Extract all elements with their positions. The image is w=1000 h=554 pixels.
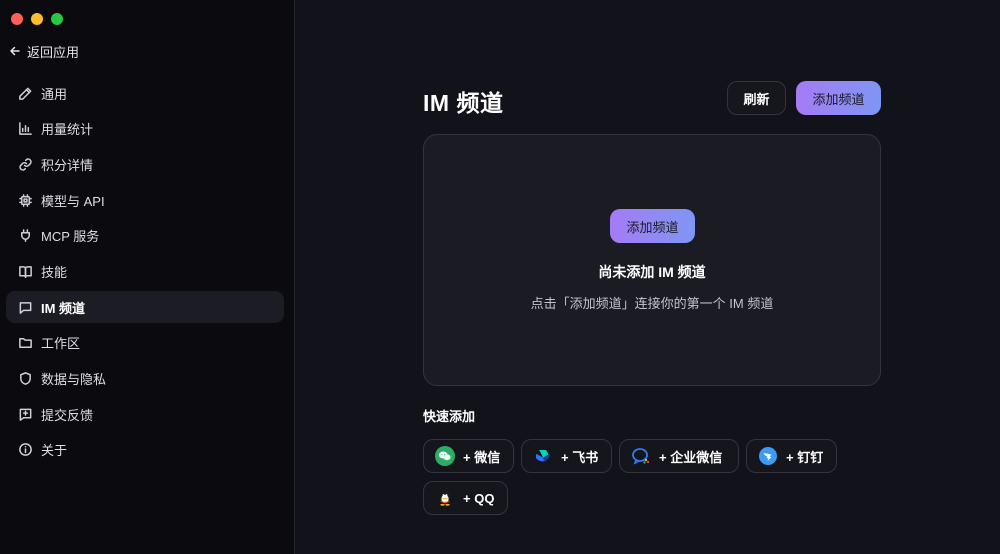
sidebar-item-label: 通用 (41, 86, 68, 102)
sidebar-item-credits[interactable]: 积分详情 (6, 148, 284, 180)
sidebar-item-label: 模型与 API (41, 193, 105, 209)
shield-icon (17, 371, 33, 387)
sidebar-item-label: 数据与隐私 (41, 372, 107, 387)
arrow-left-icon (10, 46, 20, 56)
sidebar-item-workspace[interactable]: 工作区 (6, 327, 284, 359)
quick-add-title: 快速添加 (423, 409, 476, 424)
minimize-window-button[interactable] (31, 13, 43, 25)
maximize-window-button[interactable] (51, 13, 63, 25)
sidebar-item-im-channels[interactable]: IM 频道 (6, 291, 284, 324)
page-title: IM 频道 (423, 90, 504, 116)
plug-icon (17, 228, 33, 244)
chip-label: + 微信 (463, 449, 501, 465)
folder-icon (17, 335, 33, 351)
book-icon (17, 263, 33, 279)
qq-icon (434, 487, 456, 509)
sidebar-item-about[interactable]: 关于 (6, 434, 284, 466)
sidebar-item-label: 用量统计 (41, 122, 94, 138)
quick-add-dingtalk-button[interactable]: + 钉钉 (746, 439, 837, 473)
sidebar-item-label: 工作区 (41, 336, 81, 352)
sidebar-item-models-api[interactable]: 模型与 API (6, 184, 284, 216)
sidebar-item-label: IM 频道 (41, 300, 86, 316)
back-to-app-button[interactable]: 返回应用 (9, 42, 79, 60)
empty-add-channel-button[interactable]: 添加频道 (610, 209, 695, 243)
empty-state-title: 尚未添加 IM 频道 (598, 264, 706, 280)
sidebar-item-label: 积分详情 (41, 157, 94, 173)
sidebar-item-label: 技能 (41, 264, 68, 280)
empty-state-card: 添加频道 尚未添加 IM 频道 点击「添加频道」连接你的第一个 IM 频道 (423, 134, 881, 386)
quick-add-feishu-button[interactable]: + 飞书 (521, 439, 612, 473)
main-content: IM 频道 刷新 添加频道 添加频道 尚未添加 IM 频道 点击「添加频道」连接… (296, 0, 1000, 554)
wechat-icon (434, 445, 456, 467)
pencil-icon (17, 85, 33, 101)
refresh-button[interactable]: 刷新 (727, 81, 786, 115)
dingtalk-icon (757, 445, 779, 467)
feishu-icon (532, 445, 554, 467)
window-controls (11, 13, 63, 25)
sidebar-item-skills[interactable]: 技能 (6, 255, 284, 287)
chip-label: + 钉钉 (786, 449, 824, 465)
sidebar-item-label: MCP 服务 (41, 229, 100, 245)
sidebar-item-feedback[interactable]: 提交反馈 (6, 398, 284, 430)
info-icon (17, 442, 33, 458)
sidebar-item-label: 关于 (41, 443, 68, 459)
sidebar: 返回应用 通用 用量统计 积分详情 模型与 API MCP 服务 技能 IM 频… (0, 0, 295, 554)
sidebar-item-mcp[interactable]: MCP 服务 (6, 220, 284, 252)
quick-add-wecom-button[interactable]: + 企业微信 (619, 439, 739, 473)
sidebar-nav: 通用 用量统计 积分详情 模型与 API MCP 服务 技能 IM 频道 工作区… (6, 77, 284, 470)
sidebar-item-label: 提交反馈 (41, 407, 94, 423)
chip-label: + QQ (463, 490, 495, 506)
bar-chart-icon (17, 121, 33, 137)
wecom-icon (630, 445, 652, 467)
quick-add-wechat-button[interactable]: + 微信 (423, 439, 514, 473)
link-icon (17, 156, 33, 172)
sidebar-item-general[interactable]: 通用 (6, 77, 284, 109)
empty-state-description: 点击「添加频道」连接你的第一个 IM 频道 (530, 296, 774, 311)
chip-label: + 飞书 (561, 449, 599, 465)
sidebar-item-usage[interactable]: 用量统计 (6, 113, 284, 145)
message-icon (17, 299, 33, 315)
sidebar-item-privacy[interactable]: 数据与隐私 (6, 363, 284, 395)
add-channel-button[interactable]: 添加频道 (796, 81, 881, 115)
chip-label: + 企业微信 (659, 449, 723, 465)
chip-icon (17, 192, 33, 208)
close-window-button[interactable] (11, 13, 23, 25)
quick-add-qq-button[interactable]: + QQ (423, 481, 508, 515)
feedback-icon (17, 406, 33, 422)
back-label: 返回应用 (27, 44, 80, 60)
